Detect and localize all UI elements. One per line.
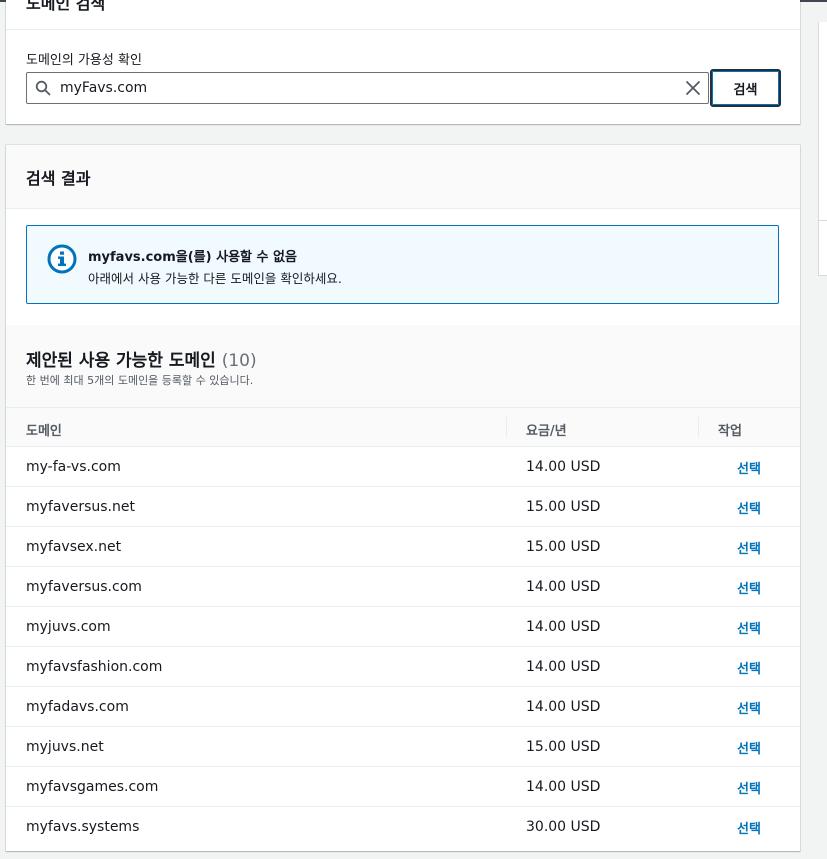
table-row: myfavsex.net 15.00 USD 선택 [6, 527, 800, 567]
suggested-count: (10) [221, 351, 257, 371]
results-card-header: 검색 결과 [6, 145, 800, 209]
table-row: myjuvs.net 15.00 USD 선택 [6, 727, 800, 767]
select-domain-link[interactable]: 선택 [737, 738, 761, 757]
info-icon [47, 244, 77, 274]
table-row: myfavs.systems 30.00 USD 선택 [6, 807, 800, 847]
select-domain-link[interactable]: 선택 [737, 578, 761, 597]
results-card-title: 검색 결과 [26, 169, 91, 188]
select-domain-link[interactable]: 선택 [737, 698, 761, 717]
select-domain-link[interactable]: 선택 [737, 458, 761, 477]
column-header-action: 작업 [718, 424, 742, 439]
domain-price: 14.00 USD [526, 579, 601, 595]
table-row: myjuvs.com 14.00 USD 선택 [6, 607, 800, 647]
domain-name: myfavs.systems [26, 819, 140, 835]
domain-name: my-fa-vs.com [26, 459, 121, 475]
availability-label: 도메인의 가용성 확인 [26, 53, 142, 68]
domain-name: myjuvs.com [26, 619, 111, 635]
search-card-title: 도메인 검색 [26, 0, 106, 13]
domain-name: myfavsfashion.com [26, 659, 163, 675]
search-input-value[interactable]: myFavs.com [60, 80, 147, 96]
select-domain-link[interactable]: 선택 [737, 538, 761, 557]
domain-price: 30.00 USD [526, 819, 601, 835]
table-row: myfaversus.net 15.00 USD 선택 [6, 487, 800, 527]
table-row: my-fa-vs.com 14.00 USD 선택 [6, 447, 800, 487]
suggested-domains-header: 제안된 사용 가능한 도메인 (10) 한 번에 최대 5개의 도메인을 등록할… [6, 325, 800, 408]
domain-name: myfadavs.com [26, 699, 129, 715]
search-card-header: 도메인 검색 [6, 0, 800, 30]
alert-title: myfavs.com을(를) 사용할 수 없음 [88, 250, 297, 265]
domain-price: 14.00 USD [526, 659, 601, 675]
select-domain-link[interactable]: 선택 [737, 658, 761, 677]
search-results-card: 검색 결과 myfavs.com을(를) 사용할 수 없음 아래에서 사용 가능… [6, 145, 800, 851]
column-header-domain: 도메인 [26, 424, 62, 439]
suggested-title-text: 제안된 사용 가능한 도메인 [26, 351, 216, 371]
suggested-domains-title: 제안된 사용 가능한 도메인 (10) [26, 346, 257, 371]
alert-message: 아래에서 사용 가능한 다른 도메인을 확인하세요. [88, 271, 342, 286]
domain-name: myfaversus.net [26, 499, 135, 515]
domain-price: 15.00 USD [526, 539, 601, 555]
unavailable-alert: myfavs.com을(를) 사용할 수 없음 아래에서 사용 가능한 다른 도… [26, 225, 779, 304]
select-domain-link[interactable]: 선택 [737, 498, 761, 517]
table-row: myfaversus.com 14.00 USD 선택 [6, 567, 800, 607]
select-domain-link[interactable]: 선택 [737, 618, 761, 637]
column-separator [506, 417, 507, 437]
domain-name: myfavsgames.com [26, 779, 159, 795]
domain-table-body: my-fa-vs.com 14.00 USD 선택 myfaversus.net… [6, 447, 800, 847]
table-row: myfavsgames.com 14.00 USD 선택 [6, 767, 800, 807]
side-panel-edge [818, 22, 827, 276]
table-row: myfadavs.com 14.00 USD 선택 [6, 687, 800, 727]
domain-search-card: 도메인 검색 도메인의 가용성 확인 myFavs.com 검색 [6, 0, 800, 124]
domain-price: 15.00 USD [526, 499, 601, 515]
table-header: 도메인 요금/년 작업 [6, 408, 800, 447]
domain-price: 15.00 USD [526, 739, 601, 755]
side-panel-divider [819, 220, 827, 221]
close-icon[interactable] [684, 79, 702, 97]
suggested-description: 한 번에 최대 5개의 도메인을 등록할 수 있습니다. [26, 374, 254, 387]
domain-price: 14.00 USD [526, 619, 601, 635]
select-domain-link[interactable]: 선택 [737, 778, 761, 797]
domain-name: myfavsex.net [26, 539, 122, 555]
domain-price: 14.00 USD [526, 779, 601, 795]
column-separator [698, 417, 699, 437]
select-domain-link[interactable]: 선택 [737, 818, 761, 837]
table-row: myfavsfashion.com 14.00 USD 선택 [6, 647, 800, 687]
domain-price: 14.00 USD [526, 699, 601, 715]
column-header-price: 요금/년 [526, 424, 567, 439]
domain-name: myjuvs.net [26, 739, 104, 755]
search-button[interactable]: 검색 [710, 69, 781, 107]
domain-search-input[interactable]: myFavs.com [26, 72, 709, 104]
domain-name: myfaversus.com [26, 579, 142, 595]
search-icon [35, 80, 51, 96]
domain-price: 14.00 USD [526, 459, 601, 475]
